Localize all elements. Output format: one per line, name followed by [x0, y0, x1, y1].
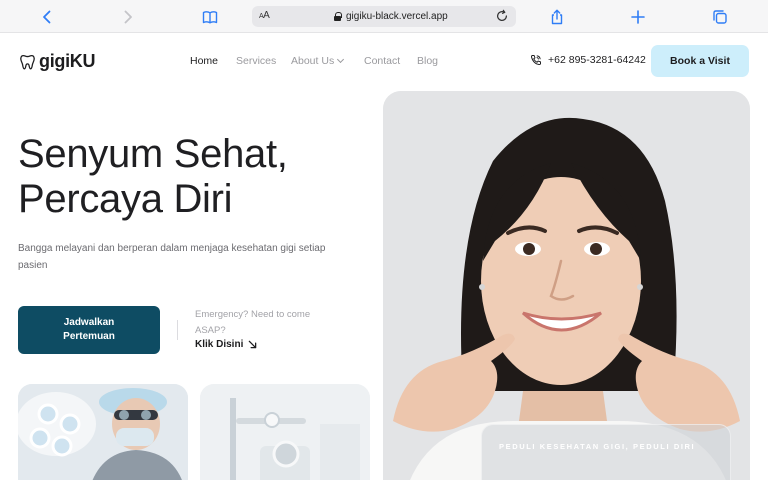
new-tab-icon[interactable]: [627, 6, 649, 28]
smiling-woman-illustration: [383, 91, 750, 480]
nav-services[interactable]: Services: [236, 55, 276, 67]
emergency-link[interactable]: Klik Disini: [195, 339, 257, 350]
chevron-down-icon: [337, 55, 345, 64]
phone-icon: [530, 55, 541, 66]
cta-line2: Pertemuan: [63, 331, 115, 342]
nav-home[interactable]: Home: [190, 55, 218, 67]
dentist-thumbnail: [18, 384, 188, 480]
share-icon[interactable]: [546, 6, 568, 28]
hero-photo: PEDULI KESEHATAN GIGI, PEDULI DIRI: [383, 91, 750, 480]
dental-equipment-thumbnail: [200, 384, 370, 480]
hero-subtitle: Bangga melayani dan berperan dalam menja…: [18, 243, 326, 271]
lock-icon: [334, 12, 342, 21]
hero-title-line2: Percaya Diri: [18, 177, 233, 221]
browser-toolbar: AA gigiku-black.vercel.app: [0, 0, 768, 33]
book-visit-button[interactable]: Book a Visit: [651, 45, 749, 77]
nav-blog[interactable]: Blog: [417, 55, 438, 67]
nav-about-us[interactable]: About Us: [291, 55, 345, 67]
reload-icon[interactable]: [495, 9, 509, 23]
schedule-appointment-button[interactable]: Jadwalkan Pertemuan: [18, 306, 160, 354]
divider: [177, 320, 178, 340]
back-icon[interactable]: [36, 6, 58, 28]
emergency-link-label: Klik Disini: [195, 339, 244, 350]
logo-text: gigiKU: [39, 51, 96, 71]
hero-title-line1: Senyum Sehat,: [18, 132, 288, 176]
reader-options[interactable]: AA: [259, 10, 270, 21]
emergency-text: Emergency? Need to come ASAP?: [195, 309, 311, 336]
forward-icon[interactable]: [117, 6, 139, 28]
site-header: gigiKU Home Services About Us Contact Bl…: [0, 33, 768, 89]
bookmarks-icon[interactable]: [199, 6, 221, 28]
phone-contact[interactable]: +62 895-3281-64242: [530, 54, 646, 66]
phone-number: +62 895-3281-64242: [548, 54, 646, 66]
tooth-icon: [20, 54, 35, 69]
tabs-icon[interactable]: [709, 6, 731, 28]
nav-about-us-label: About Us: [291, 55, 335, 67]
arrow-down-right-icon: [249, 340, 257, 349]
photo-caption: PEDULI KESEHATAN GIGI, PEDULI DIRI: [499, 442, 696, 451]
logo[interactable]: gigiKU: [19, 51, 96, 72]
url-text: gigiku-black.vercel.app: [346, 11, 448, 22]
hero-title: Senyum Sehat, Percaya Diri: [18, 132, 348, 222]
cta-line1: Jadwalkan: [63, 317, 115, 328]
address-bar[interactable]: AA gigiku-black.vercel.app: [252, 6, 516, 27]
caption-card: PEDULI KESEHATAN GIGI, PEDULI DIRI: [481, 424, 731, 480]
nav-contact[interactable]: Contact: [364, 55, 400, 67]
